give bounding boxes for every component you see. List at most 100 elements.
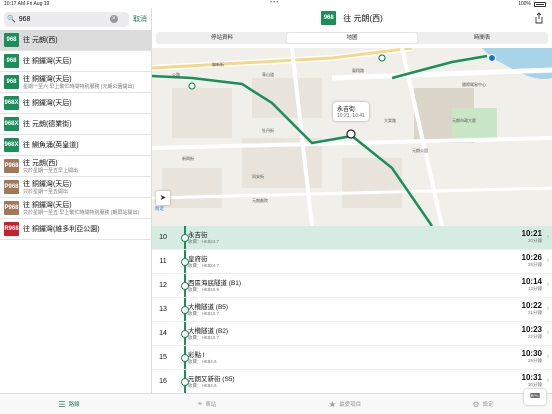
eta-time: 10:30	[521, 349, 542, 358]
tab-star[interactable]: ★ 最愛項目	[276, 394, 414, 414]
stop-sequence: 16	[159, 378, 167, 385]
search-icon: 🔍	[7, 16, 16, 23]
clear-icon[interactable]: ×	[109, 15, 118, 23]
route-item[interactable]: 968X 往 元朗(德業街)	[0, 114, 151, 135]
stop-fare: 收費：HK$4.6	[188, 383, 217, 388]
stop-row[interactable]: 13 大欖隧道 (B5) 收費：HK$10.7 10:22 21分鐘 ›	[152, 298, 552, 322]
route-list: 968 往 元朗(西) 968 往 銅鑼灣(天后) 968 往 銅鑼灣(天后) 星期一至六 …	[0, 30, 151, 240]
status-bar: 10:17 AM Fri Aug 19 ••• 100%	[0, 0, 552, 8]
route-badge: 968	[4, 54, 19, 68]
route-text: 往 銅鑼灣(天后) 只於星期一至五開出	[23, 179, 72, 195]
route-item[interactable]: P968 往 元朗(西) 只於星期一至五早上開出	[0, 156, 151, 177]
stop-info: 大欖隧道 (B2) 收費：HK$10.7	[188, 325, 228, 341]
route-destination: 往 元朗(西)	[23, 37, 58, 44]
segment-tab[interactable]: 停站資料	[157, 33, 287, 43]
stop-eta: 10:14 13分鐘	[522, 277, 542, 292]
stop-eta: 10:26 25分鐘	[522, 253, 542, 268]
route-destination: 往 鰂魚涌(英皇道)	[23, 142, 79, 149]
cancel-button[interactable]: 取消	[133, 14, 147, 24]
route-item[interactable]: R968 往 銅鑼灣(維多利亞公園)	[0, 219, 151, 240]
stop-name: 永吉街	[188, 232, 208, 239]
stop-row[interactable]: 14 大欖隧道 (B2) 收費：HK$10.7 10:23 22分鐘 ›	[152, 322, 552, 346]
stop-info: 永吉街 收費：HK$24.7	[188, 229, 219, 245]
chevron-right-icon: ›	[547, 306, 549, 312]
stop-name: 彩點 I	[188, 352, 205, 359]
map-place-label: 元朗市政大廈	[452, 118, 476, 123]
route-badge: P968	[4, 201, 19, 215]
search-box[interactable]: 🔍 ×	[4, 11, 129, 27]
stop-sequence: 11	[159, 258, 167, 265]
route-destination: 往 銅鑼灣(天后)	[23, 202, 72, 209]
stop-row[interactable]: 12 西區海底隧道 (B1) 收費：HK$15.9 10:14 13分鐘 ›	[152, 274, 552, 298]
route-search-panel: 🔍 × 取消 968 往 元朗(西) 968 往 銅鑼灣(天后) 968 往 銅鑼灣(天后…	[0, 8, 152, 393]
route-item[interactable]: 968 往 元朗(西)	[0, 30, 151, 51]
tab-list[interactable]: ☰ 路線	[0, 394, 138, 414]
share-icon[interactable]	[534, 12, 544, 24]
tab-label: 設定	[482, 402, 494, 408]
map-place-label: 青山道	[262, 72, 274, 77]
route-item[interactable]: 968X 往 銅鑼灣(天后)	[0, 93, 151, 114]
route-badge: 968	[4, 33, 19, 47]
stop-info: 皇府街 收費：HK$24.7	[188, 253, 219, 269]
chevron-right-icon: ›	[547, 354, 549, 360]
map-canvas	[152, 48, 552, 226]
route-badge: P968	[4, 159, 19, 173]
map-place-label: 牡丹街	[262, 128, 274, 133]
stop-name: 元朗又新街 (S5)	[188, 376, 235, 383]
search-row: 🔍 × 取消	[0, 8, 151, 30]
eta-time: 10:31	[521, 373, 542, 382]
locate-me-button[interactable]: ➤	[156, 191, 170, 205]
tab-bar: ☰ 路線 ⌖ 車站 ★ 最愛項目 ⚙ 設定	[0, 393, 552, 414]
segment-tab[interactable]: 地圖	[287, 33, 417, 43]
map-stop-callout[interactable]: 永吉街 10:21, 10:41	[333, 102, 369, 121]
multitasking-dots[interactable]: •••	[270, 0, 279, 6]
eta-minutes: 29分鐘	[527, 358, 542, 363]
route-item[interactable]: 968X 往 鰂魚涌(英皇道)	[0, 135, 151, 156]
route-item[interactable]: P968 往 銅鑼灣(天后) 只於星期一至五 早上繁忙時間特別服務 (朗屏站開出)	[0, 198, 151, 219]
stop-eta: 10:23 22分鐘	[522, 325, 542, 340]
route-note: 星期一至六 早上繁忙時間特別服務 (元朗公園開出)	[23, 84, 135, 90]
stop-row[interactable]: 11 皇府街 收費：HK$24.7 10:26 25分鐘 ›	[152, 250, 552, 274]
route-destination: 往 銅鑼灣(維多利亞公園)	[23, 226, 100, 233]
route-destination: 往 元朗(西)	[23, 160, 58, 167]
stop-row[interactable]: 15 彩點 I 收費：HK$4.6 10:30 29分鐘 ›	[152, 346, 552, 370]
route-map[interactable]: 聯新街 青山道 公路 大棠路 新興街 牡丹街 同安街 元朗市政大廈 元朗劇院 國際貿易中心 元朗公園…	[152, 48, 552, 226]
stop-sequence: 15	[159, 354, 167, 361]
stop-row[interactable]: 10 永吉街 收費：HK$24.7 10:21 20分鐘 ›	[152, 226, 552, 250]
route-item[interactable]: 968 往 銅鑼灣(天后)	[0, 51, 151, 72]
segment-tab[interactable]: 時間表	[417, 33, 547, 43]
eta-time: 10:26	[521, 253, 542, 262]
stop-name: 大欖隧道 (B2)	[188, 328, 229, 335]
route-text: 往 銅鑼灣(天后)	[23, 98, 72, 108]
battery-indicator: 100%	[518, 1, 546, 7]
chevron-right-icon: ›	[547, 378, 549, 384]
route-text: 往 元朗(德業街)	[23, 119, 72, 129]
route-text: 往 銅鑼灣(天后) 只於星期一至五 早上繁忙時間特別服務 (朗屏站開出)	[23, 200, 139, 216]
route-text: 往 元朗(西)	[23, 35, 58, 45]
tab-label: 車站	[205, 402, 217, 408]
stop-sequence: 12	[159, 282, 167, 289]
stop-name: 西區海底隧道 (B1)	[188, 280, 242, 287]
keyboard-icon[interactable]: ⌨	[524, 389, 546, 405]
stop-row[interactable]: 16 元朗又新街 (S5) 收費：HK$4.6 10:31 30分鐘 ›	[152, 370, 552, 393]
route-destination: 往 銅鑼灣(天后)	[23, 181, 72, 188]
route-note: 只於星期一至五 早上繁忙時間特別服務 (朗屏站開出)	[23, 210, 140, 216]
map-place-label: 元朗劇院	[252, 198, 268, 203]
route-text: 往 元朗(西) 只於星期一至五早上開出	[23, 158, 78, 174]
location-icon: ⌖	[197, 399, 203, 408]
stop-info: 彩點 I 收費：HK$4.6	[188, 349, 217, 365]
eta-time: 10:14	[521, 277, 542, 286]
nearby-label: 附近	[155, 206, 164, 211]
search-input[interactable]	[18, 15, 107, 23]
stop-eta: 10:30 29分鐘	[522, 349, 542, 364]
eta-time: 10:23	[521, 325, 542, 334]
stop-eta: 10:22 21分鐘	[522, 301, 542, 316]
map-place-label: 公路	[172, 72, 180, 77]
view-segmented-control: 停站資料 地圖 時間表	[156, 32, 548, 44]
eta-minutes: 20分鐘	[527, 238, 542, 243]
tab-location[interactable]: ⌖ 車站	[138, 394, 276, 414]
stop-fare: 收費：HK$10.7	[188, 311, 220, 316]
route-item[interactable]: P968 往 銅鑼灣(天后) 只於星期一至五開出	[0, 177, 151, 198]
route-text: 往 銅鑼灣(維多利亞公園)	[23, 224, 100, 234]
route-item[interactable]: 968 往 銅鑼灣(天后) 星期一至六 早上繁忙時間特別服務 (元朗公園開出)	[0, 72, 151, 93]
